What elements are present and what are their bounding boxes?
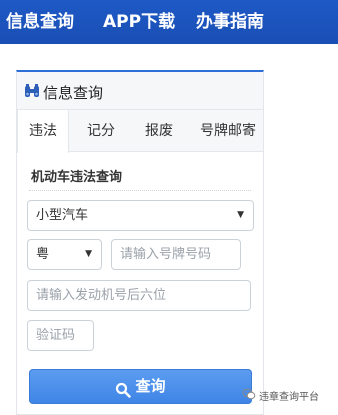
dropdown-arrow-icon: ▼ (85, 249, 92, 259)
vehicle-type-select[interactable]: 小型汽车 ▼ (27, 200, 254, 231)
query-button-label: 查询 (135, 377, 166, 395)
nav-item-app-download[interactable]: APP下载 (103, 7, 175, 32)
nav-item-service-guide[interactable]: 办事指南 (196, 7, 264, 32)
tab-points[interactable]: 记分 (87, 110, 115, 152)
panel-title: 信息查询 (43, 84, 104, 102)
panel-header: 信息查询 (17, 72, 263, 110)
top-nav-bar: 信息查询 APP下载 办事指南 (0, 0, 338, 44)
info-query-panel: 信息查询 违法 记分 报废 号牌邮寄 机动车违法查询 小型汽车 ▼ 粤 ▼ 请输… (16, 70, 264, 415)
plate-number-input[interactable]: 请输入号牌号码 (111, 239, 241, 270)
section-title: 机动车违法查询 (31, 170, 123, 185)
nav-item-info-query[interactable]: 信息查询 (6, 7, 74, 32)
search-icon (115, 377, 132, 398)
province-select[interactable]: 粤 ▼ (27, 239, 102, 270)
plate-number-placeholder: 请输入号牌号码 (120, 247, 212, 262)
watermark-text: 违章查询平台 (259, 392, 319, 403)
divider (29, 190, 251, 191)
engine-number-input[interactable]: 请输入发动机号后六位 (27, 280, 251, 311)
province-value: 粤 (36, 247, 50, 262)
tab-violation[interactable]: 违法 (17, 110, 69, 153)
watermark: 违章查询平台 (242, 387, 338, 405)
tab-plate-mailing[interactable]: 号牌邮寄 (200, 110, 256, 152)
vehicle-type-value: 小型汽车 (36, 208, 89, 223)
tab-scrap[interactable]: 报废 (145, 110, 173, 152)
query-button[interactable]: 查询 (29, 369, 252, 404)
captcha-input[interactable]: 验证码 (27, 320, 94, 351)
dropdown-arrow-icon: ▼ (237, 210, 244, 220)
captcha-placeholder: 验证码 (36, 328, 76, 343)
query-button-content: 查询 (30, 370, 251, 403)
query-tabs: 违法 记分 报废 号牌邮寄 (17, 110, 263, 153)
binoculars-icon (24, 83, 40, 99)
wechat-icon (242, 387, 256, 401)
engine-number-placeholder: 请输入发动机号后六位 (36, 288, 167, 303)
